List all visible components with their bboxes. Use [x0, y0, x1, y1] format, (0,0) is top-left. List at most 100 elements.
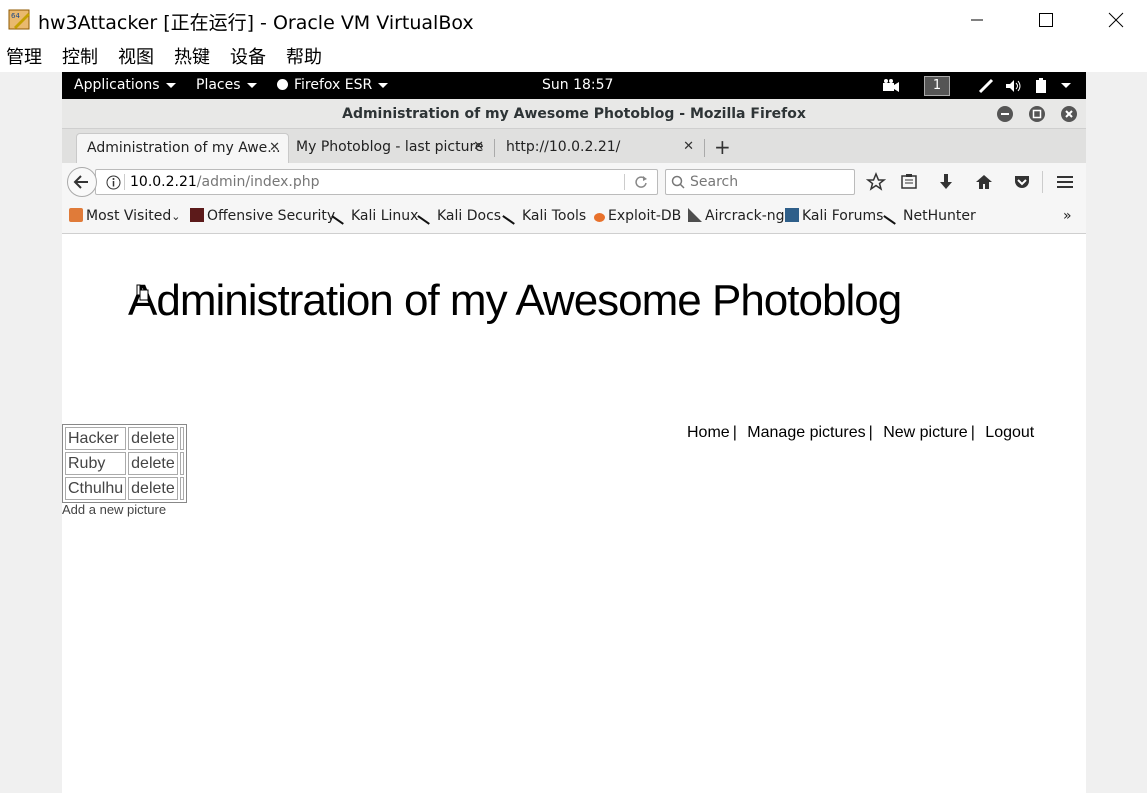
download-icon[interactable] [936, 172, 956, 192]
folder-icon [69, 208, 83, 222]
gnome-top-bar: Applications Places Firefox ESR Sun 18:5… [62, 72, 1086, 99]
ff-close-button[interactable] [1061, 106, 1077, 122]
add-picture-link[interactable]: Add a new picture [62, 502, 166, 517]
firefox-window-title: Administration of my Awesome Photoblog -… [342, 106, 806, 122]
edit-cell[interactable] [179, 452, 184, 475]
workspace-indicator[interactable]: 1 [924, 76, 950, 96]
bookmark-star-icon[interactable] [866, 172, 886, 192]
minimize-button[interactable] [954, 0, 1000, 40]
search-bar[interactable]: Search [665, 169, 855, 195]
virtualbox-app-icon: 64 [8, 9, 30, 30]
url-divider [624, 174, 625, 190]
minimize-icon [1001, 113, 1009, 115]
arrow-left-icon [73, 175, 88, 189]
ff-minimize-button[interactable] [997, 106, 1013, 122]
menu-control[interactable]: 控制 [62, 43, 98, 69]
host-window-title: hw3Attacker [正在运行] - Oracle VM VirtualBo… [38, 12, 474, 34]
firefox-app-label: Firefox ESR [294, 77, 373, 93]
chevron-down-icon: ⌄ [171, 210, 181, 223]
bookmark-exploit-db[interactable]: Exploit-DB [594, 208, 681, 224]
video-camera-icon[interactable] [882, 78, 900, 94]
firefox-app-menu[interactable]: Firefox ESR [277, 77, 389, 93]
home-icon[interactable] [974, 172, 994, 192]
bookmark-label: Kali Docs [437, 208, 502, 224]
url-bar[interactable]: 10.0.2.21/admin/index.php [95, 169, 658, 195]
svg-text:64: 64 [11, 12, 20, 20]
kali-dragon-icon [417, 205, 437, 225]
bookmark-kali-docs[interactable]: Kali Docs [417, 205, 502, 225]
hamburger-menu-icon[interactable] [1055, 172, 1075, 192]
battery-icon[interactable] [1034, 77, 1050, 94]
bookmark-label: Most Visited [86, 208, 172, 224]
menu-devices[interactable]: 设备 [230, 43, 266, 69]
tab-label: My Photoblog - last picture [296, 139, 484, 155]
nav-home-link[interactable]: Home [687, 424, 730, 441]
close-icon[interactable]: ✕ [473, 139, 484, 154]
edit-cell[interactable] [179, 477, 184, 500]
table-row: Hacker delete [65, 427, 184, 450]
search-icon [671, 175, 685, 189]
kali-dragon-icon [331, 205, 351, 225]
nav-logout-link[interactable]: Logout [985, 424, 1034, 441]
tab-strip: Administration of my Awe... ✕ My Photobl… [62, 129, 1086, 163]
menu-view[interactable]: 视图 [118, 43, 154, 69]
tab-ip[interactable]: http://10.0.2.21/ ✕ [496, 133, 702, 163]
minimize-icon [971, 19, 983, 21]
pocket-icon[interactable] [1012, 172, 1032, 192]
bookmark-offensive-security[interactable]: Offensive Security [190, 208, 335, 224]
host-menubar: 管理 控制 视图 热键 设备 帮助 [0, 40, 1147, 72]
host-titlebar: 64 hw3Attacker [正在运行] - Oracle VM Virtua… [0, 0, 1147, 40]
close-icon[interactable]: ✕ [683, 139, 694, 154]
pen-icon[interactable] [978, 78, 994, 94]
url-text[interactable]: 10.0.2.21/admin/index.php [130, 174, 320, 190]
firefox-app-icon [277, 79, 288, 90]
plus-icon: + [714, 135, 731, 159]
url-path: /admin/index.php [196, 174, 320, 190]
picture-title: Cthulhu [65, 477, 127, 500]
new-tab-button[interactable]: + [714, 135, 731, 159]
bookmark-kali-linux[interactable]: Kali Linux [331, 205, 418, 225]
menu-manage[interactable]: 管理 [6, 43, 42, 69]
tab-admin[interactable]: Administration of my Awe... ✕ [76, 133, 289, 163]
delete-link[interactable]: delete [128, 452, 178, 475]
bookmark-kali-forums[interactable]: Kali Forums [785, 208, 883, 224]
volume-icon[interactable] [1005, 78, 1023, 94]
reload-icon[interactable] [634, 175, 648, 189]
tab-separator [494, 139, 495, 157]
bookmark-label: Aircrack-ng [705, 208, 785, 224]
bookmark-label: NetHunter [903, 208, 976, 224]
table-row: Ruby delete [65, 452, 184, 475]
bookmark-aircrack-ng[interactable]: Aircrack-ng [688, 208, 785, 224]
chevron-down-icon [246, 82, 257, 88]
nav-separator: | [732, 424, 737, 441]
bookmark-label: Kali Tools [522, 208, 587, 224]
maximize-button[interactable] [1023, 0, 1069, 40]
places-menu[interactable]: Places [196, 77, 257, 93]
exploit-db-icon [594, 213, 605, 222]
nav-manage-pictures-link[interactable]: Manage pictures [747, 424, 865, 441]
applications-menu[interactable]: Applications [74, 77, 176, 93]
navigation-toolbar: 10.0.2.21/admin/index.php Search [62, 163, 1086, 200]
tab-photoblog[interactable]: My Photoblog - last picture ✕ [286, 133, 492, 163]
reading-list-icon[interactable] [899, 172, 919, 192]
menu-hotkeys[interactable]: 热键 [174, 43, 210, 69]
nav-new-picture-link[interactable]: New picture [883, 424, 967, 441]
bookmark-kali-tools[interactable]: Kali Tools [502, 205, 587, 225]
clock[interactable]: Sun 18:57 [542, 77, 613, 93]
delete-link[interactable]: delete [128, 427, 178, 450]
ff-maximize-button[interactable] [1029, 106, 1045, 122]
bookmarks-overflow-button[interactable]: » [1063, 208, 1072, 224]
info-icon[interactable] [106, 175, 121, 190]
system-menu-arrow[interactable] [1055, 77, 1071, 93]
edit-cell[interactable] [179, 427, 184, 450]
close-icon[interactable]: ✕ [269, 140, 280, 155]
back-button[interactable] [67, 167, 97, 197]
bookmark-nethunter[interactable]: NetHunter [883, 205, 976, 225]
menu-help[interactable]: 帮助 [286, 43, 322, 69]
bookmark-most-visited[interactable]: Most Visited⌄ [69, 208, 180, 224]
chevron-down-icon [165, 82, 176, 88]
places-label: Places [196, 77, 241, 93]
delete-link[interactable]: delete [128, 477, 178, 500]
nav-separator: | [868, 424, 873, 441]
close-button[interactable] [1093, 0, 1139, 40]
